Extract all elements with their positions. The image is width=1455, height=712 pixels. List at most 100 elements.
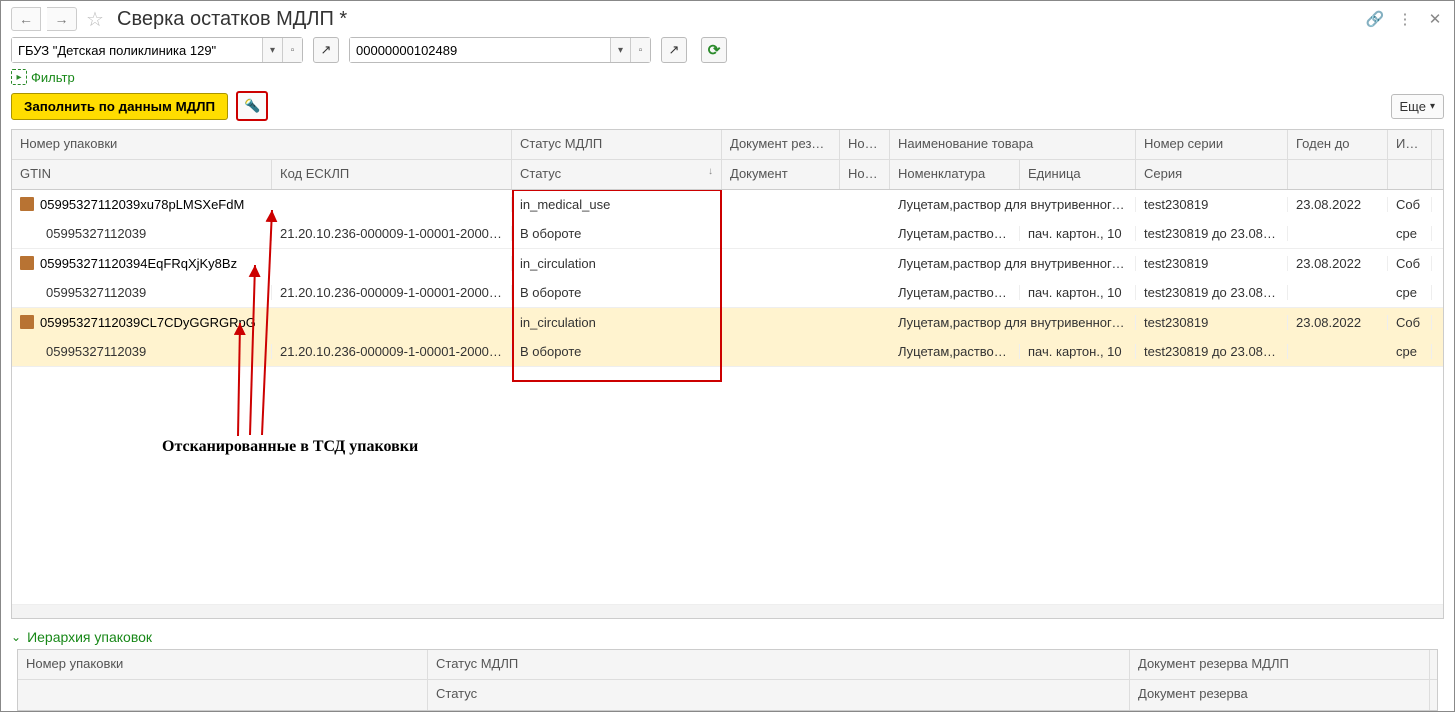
th-unit[interactable]: Единица	[1020, 160, 1136, 189]
horizontal-scrollbar[interactable]	[12, 604, 1443, 618]
cell-fin2: сре	[1388, 226, 1432, 241]
table-header-row-1: Номер упаковки Статус МДЛП Документ резе…	[12, 130, 1443, 160]
th-seria[interactable]: Серия	[1136, 160, 1288, 189]
org-input[interactable]	[12, 38, 262, 62]
package-code: 05995327112039xu78pLMSXeFdM	[40, 197, 244, 213]
nav-back-button[interactable]: ←	[11, 7, 41, 31]
hth-pack[interactable]: Номер упаковки	[18, 650, 428, 679]
cell-package: 05995327112039xu78pLMSXeFdM	[12, 197, 512, 213]
titlebar: ← → ☆ Сверка остатков МДЛП * 🔗 ⋮ ✕	[1, 1, 1454, 35]
th-status-mdlp[interactable]: Статус МДЛП	[512, 130, 722, 159]
app-window: ← → ☆ Сверка остатков МДЛП * 🔗 ⋮ ✕ ▾ ▫ ↗…	[0, 0, 1455, 712]
hth-dres[interactable]: Документ резерва	[1130, 680, 1430, 710]
cell-status: В обороте	[512, 344, 722, 359]
chevron-down-icon: ▾	[1430, 101, 1435, 112]
hierarchy-title: Иерархия упаковок	[27, 629, 152, 645]
th-nom[interactable]: Ном…	[840, 130, 890, 159]
code-input[interactable]	[350, 38, 610, 62]
package-icon	[20, 315, 34, 329]
th-gtin[interactable]: GTIN	[12, 160, 272, 189]
hth-pack2[interactable]	[18, 680, 428, 710]
code-open-icon[interactable]: ▫	[630, 38, 650, 62]
cell-fin2: сре	[1388, 285, 1432, 300]
th-status-label: Статус	[520, 166, 561, 183]
refresh-button[interactable]: ⟳	[701, 37, 727, 63]
nav-forward-button[interactable]: →	[47, 7, 77, 31]
th-expiry[interactable]: Годен до	[1288, 130, 1388, 159]
cell-expiry: 23.08.2022	[1288, 315, 1388, 330]
package-icon	[20, 256, 34, 270]
cell-nomenclature: Луцетам,раствор…	[890, 344, 1020, 359]
cell-product-name: Луцетам,раствор для внутривенного…	[890, 256, 1136, 271]
filter-label: Фильтр	[31, 70, 75, 85]
th-number[interactable]: Номер	[840, 160, 890, 189]
hth-status[interactable]: Статус	[428, 680, 1130, 710]
th-document[interactable]: Документ	[722, 160, 840, 189]
cell-expiry: 23.08.2022	[1288, 197, 1388, 212]
cell-unit: пач. картон., 10	[1020, 344, 1136, 359]
code-combo: ▾ ▫	[349, 37, 651, 63]
cell-fin: Соб	[1388, 315, 1432, 330]
th-doc-reserve[interactable]: Документ резе…	[722, 130, 840, 159]
th-status[interactable]: Статус ↓	[512, 160, 722, 189]
titlebar-right: 🔗 ⋮ ✕	[1366, 10, 1444, 28]
more-button[interactable]: Еще ▾	[1391, 94, 1444, 119]
package-code: 05995327112039CL7CDyGGRGRpG	[40, 315, 256, 331]
package-code: 059953271120394EqFRqXjKy8Bz	[40, 256, 237, 272]
th-product-name[interactable]: Наименование товара	[890, 130, 1136, 159]
table-body[interactable]: 05995327112039xu78pLMSXeFdM in_medical_us…	[12, 190, 1443, 604]
cell-status: В обороте	[512, 285, 722, 300]
cell-product-name: Луцетам,раствор для внутривенного…	[890, 315, 1136, 330]
cell-product-name: Луцетам,раствор для внутривенного…	[890, 197, 1136, 212]
org-open-icon[interactable]: ▫	[282, 38, 302, 62]
scanner-icon: 🔦	[244, 98, 260, 114]
filter-collapse[interactable]: ▸ Фильтр	[1, 69, 1454, 91]
cell-package: 05995327112039CL7CDyGGRGRpG	[12, 315, 512, 331]
code-external-button[interactable]: ↗	[661, 37, 687, 63]
hth-status-mdlp[interactable]: Статус МДЛП	[428, 650, 1130, 679]
scan-button[interactable]: 🔦	[236, 91, 268, 121]
fill-mdlp-button[interactable]: Заполнить по данным МДЛП	[11, 93, 228, 120]
main-table: Номер упаковки Статус МДЛП Документ резе…	[11, 129, 1444, 619]
th-fin2[interactable]	[1388, 160, 1432, 189]
org-combo: ▾ ▫	[11, 37, 303, 63]
favorite-star-icon[interactable]: ☆	[83, 7, 107, 31]
cell-seria: test230819 до 23.08.2022	[1136, 285, 1288, 300]
th-exp2[interactable]	[1288, 160, 1388, 189]
cell-status: В обороте	[512, 226, 722, 241]
th-package[interactable]: Номер упаковки	[12, 130, 512, 159]
th-nomenclature[interactable]: Номенклатура	[890, 160, 1020, 189]
cell-status-mdlp: in_medical_use	[512, 197, 722, 212]
th-finance[interactable]: Ист фин	[1388, 130, 1432, 159]
cell-seria: test230819 до 23.08.2022	[1136, 344, 1288, 359]
hierarchy-header-row-2: Статус Документ резерва	[18, 680, 1437, 710]
cell-package: 059953271120394EqFRqXjKy8Bz	[12, 256, 512, 272]
th-series-num[interactable]: Номер серии	[1136, 130, 1288, 159]
cell-esklp: 21.20.10.236-000009-1-00001-20000…	[272, 344, 512, 359]
org-external-button[interactable]: ↗	[313, 37, 339, 63]
cell-nomenclature: Луцетам,раствор…	[890, 285, 1020, 300]
hierarchy-toggle[interactable]: ⌄ Иерархия упаковок	[1, 619, 1454, 649]
org-dropdown-icon[interactable]: ▾	[262, 38, 282, 62]
hth-dres-mdlp[interactable]: Документ резерва МДЛП	[1130, 650, 1430, 679]
hierarchy-header-row-1: Номер упаковки Статус МДЛП Документ резе…	[18, 650, 1437, 680]
cell-gtin: 05995327112039	[12, 226, 272, 241]
cell-fin: Соб	[1388, 256, 1432, 271]
package-icon	[20, 197, 34, 211]
table-row[interactable]: 05995327112039xu78pLMSXeFdM in_medical_us…	[12, 190, 1443, 249]
table-row[interactable]: 05995327112039CL7CDyGGRGRpG in_circulatio…	[12, 308, 1443, 367]
cell-series: test230819	[1136, 197, 1288, 212]
cell-status-mdlp: in_circulation	[512, 315, 722, 330]
close-icon[interactable]: ✕	[1426, 10, 1444, 28]
cell-unit: пач. картон., 10	[1020, 285, 1136, 300]
table-row[interactable]: 059953271120394EqFRqXjKy8Bzin_circulatio…	[12, 249, 1443, 308]
cell-fin: Соб	[1388, 197, 1432, 212]
th-esklp[interactable]: Код ЕСКЛП	[272, 160, 512, 189]
filter-expand-icon: ▸	[11, 69, 27, 85]
cell-unit: пач. картон., 10	[1020, 226, 1136, 241]
hierarchy-table: Номер упаковки Статус МДЛП Документ резе…	[17, 649, 1438, 711]
more-button-label: Еще	[1400, 99, 1426, 114]
kebab-icon[interactable]: ⋮	[1396, 10, 1414, 28]
link-icon[interactable]: 🔗	[1366, 10, 1384, 28]
code-dropdown-icon[interactable]: ▾	[610, 38, 630, 62]
